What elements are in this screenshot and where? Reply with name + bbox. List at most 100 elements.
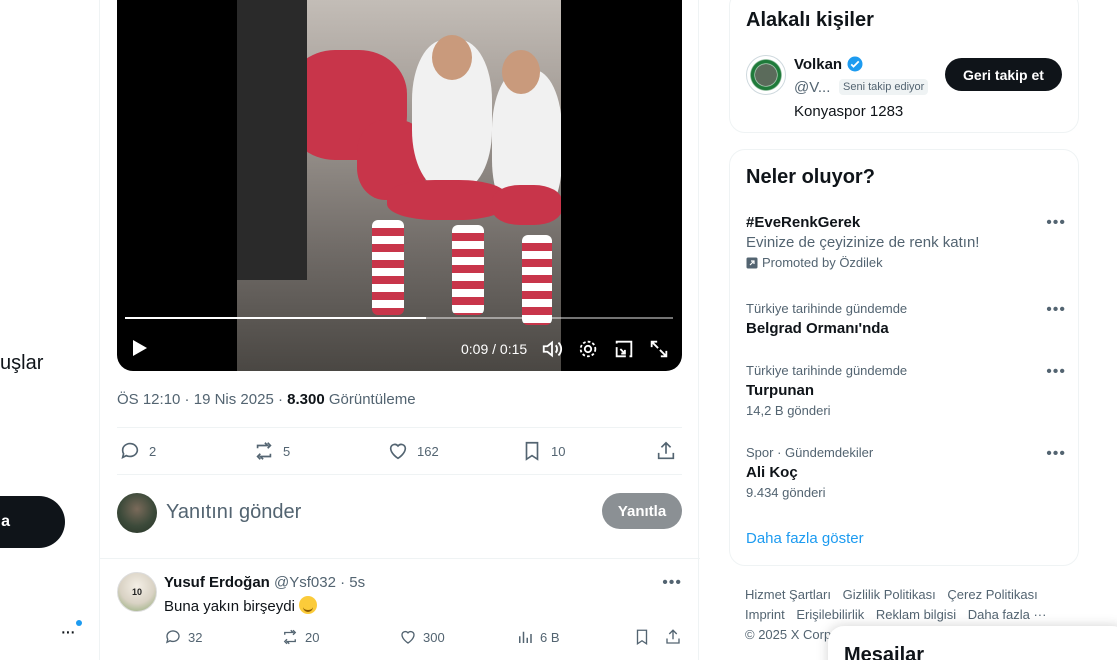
follows-you-badge: Seni takip ediyor bbox=[839, 79, 929, 95]
video-player[interactable]: 0:09 / 0:15 bbox=[117, 0, 682, 371]
verified-badge-icon bbox=[847, 56, 863, 72]
trends-card: Neler oluyor? #EveRenkGerek Evinize de ç… bbox=[729, 149, 1079, 566]
reply-views-count: 6 B bbox=[540, 629, 560, 645]
messages-drawer-title: Mesajlar bbox=[844, 644, 925, 660]
repost-icon bbox=[283, 629, 297, 645]
settings-gear-icon[interactable] bbox=[577, 338, 599, 360]
reply-actions: 32 20 300 6 B bbox=[164, 628, 682, 648]
trend-item[interactable]: Spor · Gündemdekiler Ali Koç 9.434 gönde… bbox=[746, 445, 1066, 500]
like-button[interactable]: 162 bbox=[387, 440, 439, 462]
reply-repost-button[interactable]: 20 bbox=[281, 628, 319, 646]
more-dots-icon: ··· bbox=[60, 621, 76, 643]
trend-context: Türkiye tarihinde gündemde bbox=[746, 363, 908, 378]
more-options-icon[interactable]: ••• bbox=[1046, 214, 1066, 232]
volkan-avatar[interactable] bbox=[746, 55, 786, 95]
trend-name: Turpunan bbox=[746, 382, 815, 399]
reply-bookmark-button[interactable] bbox=[633, 628, 651, 646]
reply-count: 2 bbox=[149, 443, 157, 459]
reply-text: Buna yakın birşeydi bbox=[164, 596, 317, 615]
volkan-name[interactable]: Volkan bbox=[794, 55, 864, 73]
reply-header: Yusuf Erdoğan @Ysf032 · 5s bbox=[164, 574, 366, 591]
more-options-icon[interactable]: ••• bbox=[1046, 445, 1066, 463]
tweet-date[interactable]: 19 Nis 2025 bbox=[194, 391, 274, 408]
tweet-time[interactable]: ÖS 12:10 bbox=[117, 391, 180, 408]
reply-icon bbox=[121, 442, 139, 459]
winking-face-emoji bbox=[298, 596, 317, 614]
trend-item[interactable]: Türkiye tarihinde gündemde Turpunan 14,2… bbox=[746, 363, 1066, 418]
messages-drawer[interactable]: Mesajlar bbox=[828, 626, 1117, 660]
reply-submit-button[interactable]: Yanıtla bbox=[602, 493, 682, 529]
reply-button[interactable]: 2 bbox=[119, 440, 156, 462]
divider bbox=[100, 558, 700, 559]
footer-copyright: © 2025 X Corp. bbox=[745, 627, 835, 642]
footer-link-cookies[interactable]: Çerez Politikası bbox=[947, 587, 1037, 602]
trend-item[interactable]: #EveRenkGerek Evinize de çeyizinize de r… bbox=[746, 214, 1066, 270]
picture-in-picture-icon[interactable] bbox=[613, 338, 635, 360]
reply-reply-count: 32 bbox=[188, 629, 203, 645]
post-button[interactable]: la bbox=[0, 496, 65, 548]
repost-button[interactable]: 5 bbox=[253, 440, 290, 462]
my-avatar[interactable] bbox=[117, 493, 157, 533]
footer-link-imprint[interactable]: Imprint bbox=[745, 607, 785, 622]
trend-name: #EveRenkGerek bbox=[746, 214, 861, 231]
main-column: 0:09 / 0:15 ÖS 12:10 · 19 Nis 2025 · 8.3… bbox=[99, 0, 700, 660]
reply-author-name[interactable]: Yusuf Erdoğan bbox=[164, 574, 270, 591]
trend-context: Spor · Gündemdekiler bbox=[746, 445, 874, 460]
trend-context: Türkiye tarihinde gündemde bbox=[746, 301, 908, 316]
nav-messages-label[interactable]: uşlar bbox=[0, 352, 43, 375]
follow-back-button[interactable]: Geri takip et bbox=[945, 58, 1062, 91]
repost-icon bbox=[256, 442, 272, 460]
play-icon[interactable] bbox=[133, 340, 147, 356]
bookmark-icon bbox=[636, 629, 648, 646]
trend-description: Evinize de çeyizinize de renk katın! bbox=[746, 234, 980, 251]
footer-link-accessibility[interactable]: Erişilebilirlik bbox=[796, 607, 864, 622]
reply-author-handle[interactable]: @Ysf032 bbox=[274, 574, 336, 591]
video-progress-fill bbox=[125, 317, 427, 319]
share-icon bbox=[657, 441, 675, 460]
more-options-icon[interactable]: ••• bbox=[1046, 301, 1066, 319]
more-menu-button[interactable]: ··· bbox=[60, 620, 82, 643]
more-options-icon[interactable]: ••• bbox=[1046, 363, 1066, 381]
tweet-actions: 2 5 162 10 bbox=[117, 427, 682, 475]
volkan-handle[interactable]: @V... bbox=[794, 79, 830, 96]
views-label: Görüntüleme bbox=[328, 391, 416, 408]
show-more-link[interactable]: Daha fazla göster bbox=[746, 530, 864, 547]
notification-dot bbox=[76, 620, 82, 626]
bookmark-icon bbox=[525, 441, 539, 461]
reply-icon bbox=[165, 630, 180, 644]
footer-link-privacy[interactable]: Gizlilik Politikası bbox=[843, 587, 936, 602]
bookmark-button[interactable]: 10 bbox=[521, 440, 565, 462]
like-count: 162 bbox=[417, 443, 439, 459]
reply-author-avatar[interactable]: 10 bbox=[117, 572, 157, 612]
related-people-title: Alakalı kişiler bbox=[746, 9, 874, 31]
tweet-meta: ÖS 12:10 · 19 Nis 2025 · 8.300 Görüntüle… bbox=[117, 391, 416, 408]
reply-time[interactable]: 5s bbox=[349, 574, 365, 591]
trend-item[interactable]: Türkiye tarihinde gündemde Belgrad Orman… bbox=[746, 301, 1066, 337]
analytics-icon bbox=[519, 631, 532, 643]
post-button-label: la bbox=[0, 513, 10, 530]
reply-input[interactable]: Yanıtını gönder bbox=[166, 501, 301, 524]
fullscreen-icon[interactable] bbox=[648, 338, 670, 360]
reply-reply-button[interactable]: 32 bbox=[164, 628, 202, 646]
reply-share-button[interactable] bbox=[664, 628, 682, 646]
heart-icon bbox=[389, 443, 407, 460]
volume-icon[interactable] bbox=[541, 338, 563, 360]
footer-link-more[interactable]: Daha fazla ··· bbox=[968, 607, 1047, 622]
related-people-card: Alakalı kişiler Volkan @V... Seni takip … bbox=[729, 0, 1079, 133]
views-count: 8.300 bbox=[287, 391, 325, 408]
video-progress-bar[interactable] bbox=[125, 317, 673, 319]
video-time: 0:09 / 0:15 bbox=[461, 341, 528, 357]
more-options-icon[interactable]: ••• bbox=[662, 574, 682, 592]
share-icon bbox=[666, 629, 680, 644]
reply-repost-count: 20 bbox=[305, 629, 320, 645]
bookmark-count: 10 bbox=[551, 443, 566, 459]
reply-like-button[interactable]: 300 bbox=[399, 628, 445, 646]
heart-icon bbox=[401, 630, 415, 644]
footer-link-terms[interactable]: Hizmet Şartları bbox=[745, 587, 831, 602]
reply-views-button[interactable]: 6 B bbox=[516, 628, 560, 646]
footer-link-ads-info[interactable]: Reklam bilgisi bbox=[876, 607, 956, 622]
promoted-label: Promoted by Özdilek bbox=[746, 255, 1066, 270]
repost-count: 5 bbox=[283, 443, 291, 459]
share-button[interactable] bbox=[655, 440, 677, 462]
promoted-icon bbox=[746, 257, 758, 268]
